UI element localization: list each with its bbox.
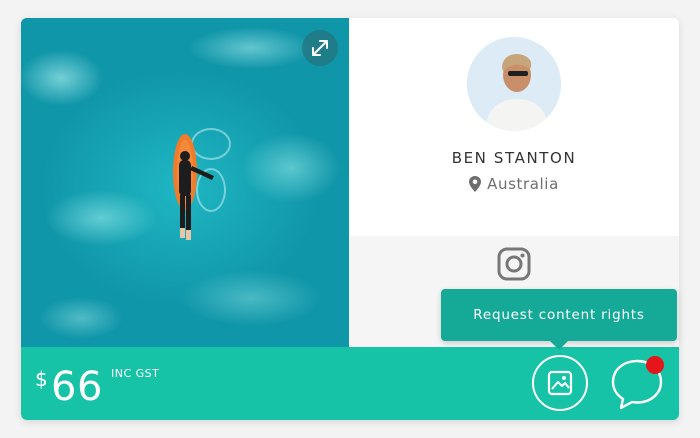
surf-photo[interactable] xyxy=(21,18,349,347)
avatar[interactable] xyxy=(467,37,561,131)
request-rights-tooltip: Request content rights xyxy=(441,289,677,341)
instagram-link[interactable] xyxy=(496,246,532,282)
photographer-location: Australia xyxy=(349,175,679,193)
request-rights-button[interactable] xyxy=(532,355,588,411)
image-icon xyxy=(547,370,573,396)
expand-button[interactable] xyxy=(302,30,338,66)
chat-button[interactable] xyxy=(609,354,665,412)
currency-symbol: $ xyxy=(35,367,48,391)
tooltip-arrow xyxy=(549,340,569,350)
price-amount: 66 xyxy=(51,364,103,410)
photographer-profile: BEN STANTON Australia xyxy=(349,18,679,236)
location-text: Australia xyxy=(487,175,559,193)
surfer-figure xyxy=(173,134,214,240)
pricing-bar: $ 66 INC GST xyxy=(21,347,679,420)
content-card: BEN STANTON Australia $ 66 INC GST xyxy=(21,18,679,420)
expand-icon xyxy=(312,40,328,56)
photographer-name: BEN STANTON xyxy=(451,149,577,167)
tax-note: INC GST xyxy=(111,367,160,380)
notification-dot xyxy=(646,356,664,374)
instagram-icon xyxy=(497,247,531,281)
location-pin-icon xyxy=(469,176,482,192)
avatar-image xyxy=(467,37,561,131)
